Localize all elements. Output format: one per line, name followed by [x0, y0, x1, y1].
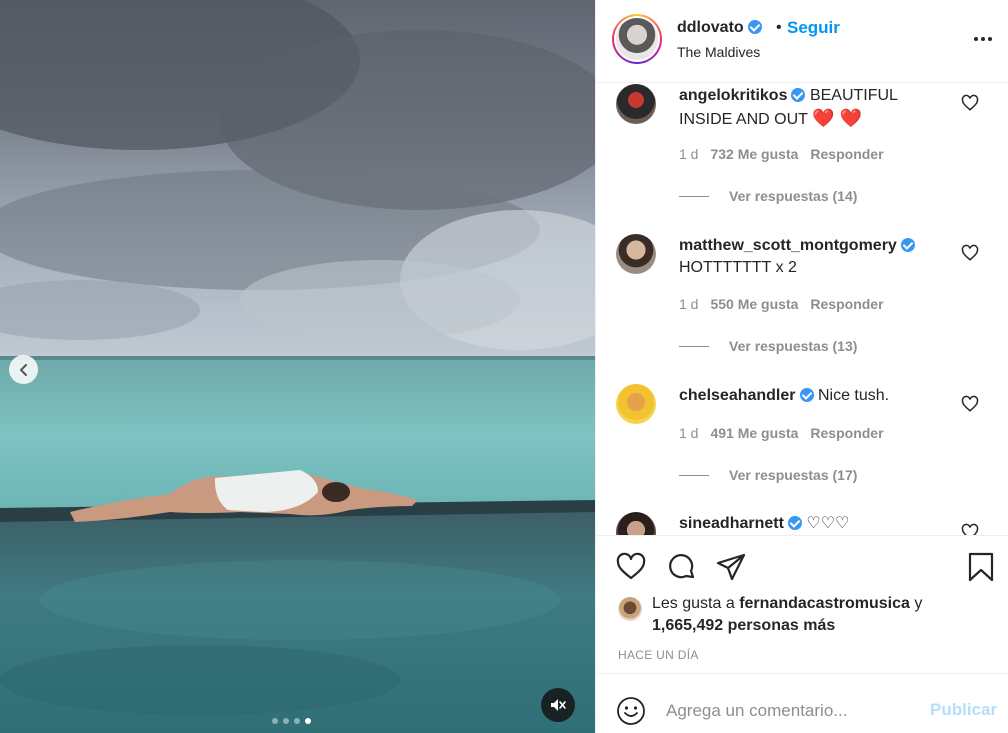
follow-button[interactable]: Seguir — [787, 18, 840, 38]
carousel-prev-button[interactable] — [9, 355, 38, 384]
comment-like-heart-icon[interactable] — [961, 94, 979, 112]
reply-button[interactable]: Responder — [810, 146, 883, 162]
chevron-left-icon — [19, 363, 27, 376]
speech-bubble-icon[interactable] — [666, 551, 698, 583]
bookmark-icon[interactable] — [965, 551, 997, 583]
commenter-username[interactable]: sineadharnett — [679, 515, 784, 532]
comment-age: 1 d — [679, 425, 699, 441]
comment-text: angelokritikos BEAUTIFUL INSIDE AND OUT … — [679, 85, 949, 131]
separator-bullet: • — [776, 19, 782, 36]
ellipsis-icon — [974, 37, 978, 41]
verified-badge-icon — [900, 238, 915, 252]
comment-like-heart-icon[interactable] — [961, 523, 979, 535]
carousel-dot — [294, 718, 300, 724]
mute-button[interactable] — [541, 688, 575, 722]
post-side-panel: ddlovato • Seguir The Maldives angelokri… — [595, 0, 1008, 733]
post-video-frame — [0, 0, 595, 733]
likes-text: Les gusta a fernandacastromusica y 1,665… — [652, 595, 923, 634]
liker-username[interactable]: fernandacastromusica — [739, 595, 910, 612]
comment-likes[interactable]: 732 Me gusta — [710, 146, 798, 162]
comment-text: sineadharnett ♡♡♡ — [679, 513, 949, 535]
carousel-dot — [283, 718, 289, 724]
verified-badge-icon — [799, 388, 814, 402]
comment-age: 1 d — [679, 146, 699, 162]
liker-avatar[interactable] — [618, 597, 642, 621]
commenter-username[interactable]: angelokritikos — [679, 87, 787, 104]
post-media[interactable] — [0, 0, 595, 733]
commenter-username[interactable]: chelseahandler — [679, 387, 796, 404]
carousel-dot — [272, 718, 278, 724]
commenter-avatar[interactable] — [616, 512, 656, 535]
publish-comment-button[interactable]: Publicar — [930, 700, 997, 720]
comment-age: 1 d — [679, 296, 699, 312]
verified-badge-icon — [747, 20, 762, 34]
post-timestamp[interactable]: HACE UN DÍA — [618, 648, 699, 662]
comment-body: ♡♡♡ — [806, 515, 850, 532]
comment-body: HOTTTTTTT x 2 — [679, 259, 797, 276]
comment-text: chelseahandler Nice tush. — [679, 385, 949, 407]
comment-body: Nice tush. — [817, 387, 890, 404]
commenter-username[interactable]: matthew_scott_montgomery — [679, 237, 897, 254]
heart-emoji: ❤️ ❤️ — [812, 108, 862, 128]
location-link[interactable]: The Maldives — [677, 44, 760, 60]
post-header: ddlovato • Seguir The Maldives — [596, 0, 1008, 83]
paper-plane-icon[interactable] — [715, 551, 747, 583]
more-options-button[interactable] — [974, 37, 992, 41]
carousel-dot-active — [305, 718, 311, 724]
carousel-indicator — [272, 718, 311, 724]
reply-button[interactable]: Responder — [810, 296, 883, 312]
view-replies-button[interactable]: Ver respuestas (17) — [679, 467, 857, 483]
verified-badge-icon — [787, 516, 802, 530]
commenter-avatar[interactable] — [616, 234, 656, 274]
like-heart-icon[interactable] — [615, 551, 647, 583]
comment-like-heart-icon[interactable] — [961, 395, 979, 413]
comment-like-heart-icon[interactable] — [961, 244, 979, 262]
commenter-avatar[interactable] — [616, 384, 656, 424]
post-actions: Les gusta a fernandacastromusica y 1,665… — [596, 535, 1008, 673]
smiley-icon[interactable] — [616, 696, 646, 726]
comment-meta: 1 d 491 Me gusta Responder — [679, 425, 884, 441]
comment-likes[interactable]: 550 Me gusta — [710, 296, 798, 312]
commenter-avatar[interactable] — [616, 84, 656, 124]
author-avatar[interactable] — [612, 14, 662, 64]
view-replies-button[interactable]: Ver respuestas (14) — [679, 188, 857, 204]
author-username[interactable]: ddlovato — [677, 19, 762, 37]
likes-count[interactable]: 1,665,492 personas más — [652, 617, 835, 634]
view-replies-button[interactable]: Ver respuestas (13) — [679, 338, 857, 354]
reply-button[interactable]: Responder — [810, 425, 883, 441]
verified-badge-icon — [791, 88, 806, 102]
comment-meta: 1 d 550 Me gusta Responder — [679, 296, 884, 312]
comment-input[interactable] — [666, 698, 921, 724]
comment-meta: 1 d 732 Me gusta Responder — [679, 146, 884, 162]
comments-list[interactable]: angelokritikos BEAUTIFUL INSIDE AND OUT … — [596, 84, 1008, 535]
add-comment-bar: Publicar — [596, 673, 1008, 733]
speaker-muted-icon — [551, 699, 566, 711]
comment-likes[interactable]: 491 Me gusta — [710, 425, 798, 441]
comment-text: matthew_scott_montgomery HOTTTTTTT x 2 — [679, 235, 959, 279]
